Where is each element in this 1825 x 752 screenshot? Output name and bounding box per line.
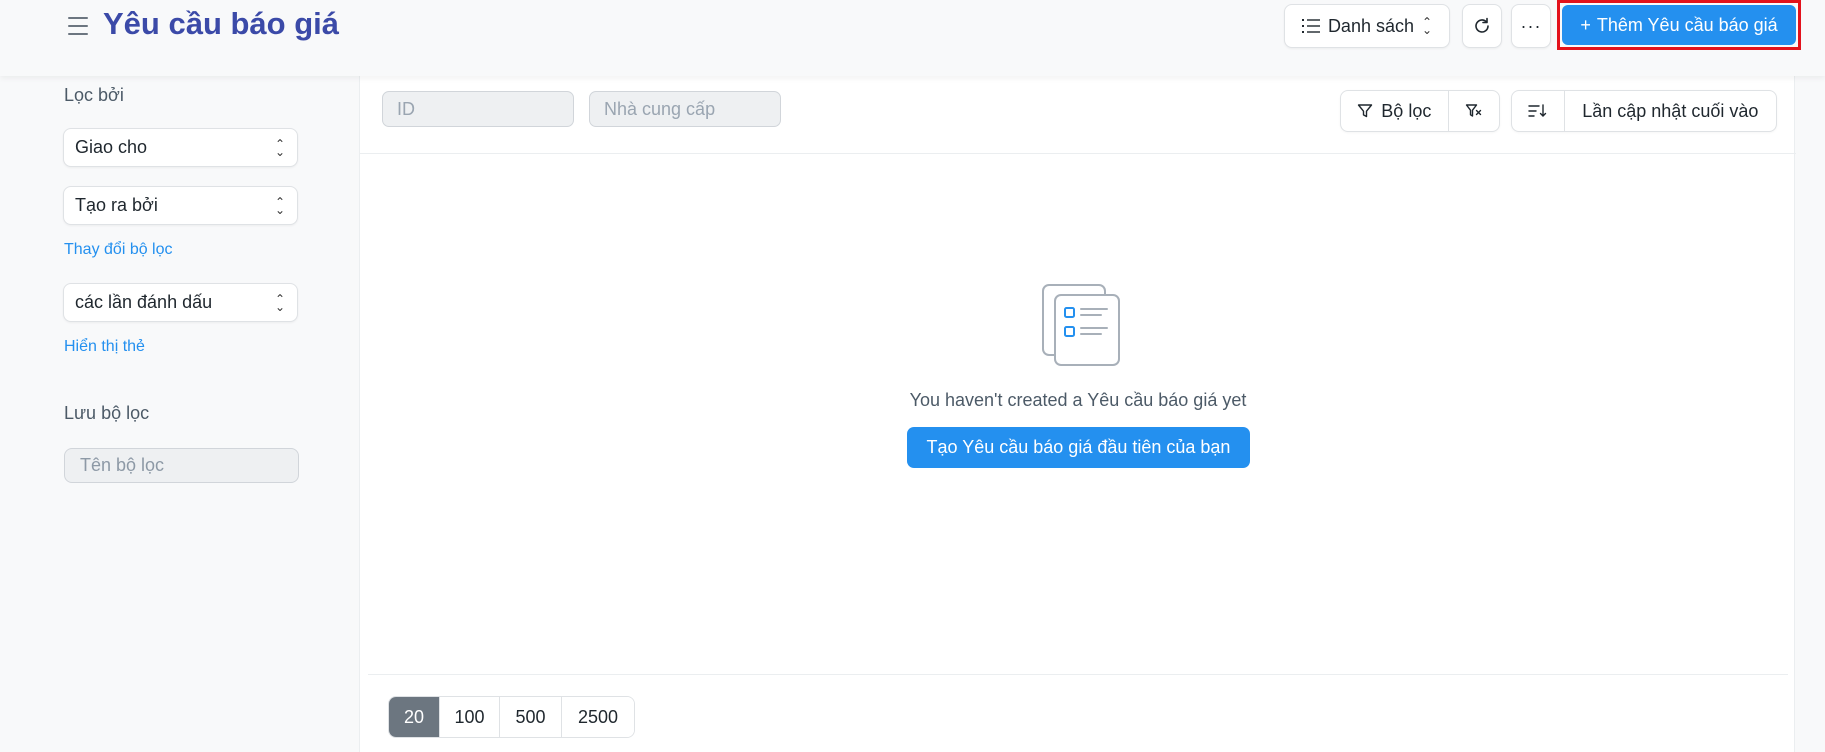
supplier-filter-input[interactable] [589, 91, 781, 127]
add-button-highlight: + Thêm Yêu cầu báo giá [1557, 0, 1801, 50]
create-first-button[interactable]: Tạo Yêu cầu báo giá đầu tiên của bạn [907, 427, 1250, 468]
edit-filters-link[interactable]: Thay đổi bộ lọc [64, 241, 173, 259]
list-panel: Bộ lọc Lần cập nhật cuối vào [359, 76, 1796, 752]
sort-by-button[interactable]: Lần cập nhật cuối vào [1563, 91, 1776, 131]
tags-select[interactable]: các lần đánh dấu ⌃ ⌄ [63, 283, 298, 322]
page-size-2500[interactable]: 2500 [561, 697, 634, 737]
more-actions-button[interactable]: ··· [1511, 4, 1551, 48]
filter-button[interactable]: Bộ lọc [1341, 91, 1448, 131]
chevron-updown-icon: ⌃ ⌄ [1422, 15, 1433, 37]
filter-name-input[interactable] [64, 448, 299, 483]
refresh-icon [1475, 17, 1489, 33]
divider [368, 674, 1788, 675]
list-icon [1301, 19, 1320, 33]
sort-icon [1528, 104, 1546, 117]
page-header: Yêu cầu báo giá Danh sách ⌃ ⌄ ··· + Thêm … [0, 0, 1825, 76]
assigned-to-select[interactable]: Giao cho ⌃ ⌄ [63, 128, 298, 167]
refresh-button[interactable] [1462, 4, 1502, 48]
page-size-20[interactable]: 20 [389, 697, 439, 737]
filter-button-label: Bộ lọc [1381, 100, 1432, 121]
clear-filters-button[interactable] [1447, 91, 1499, 131]
page-size-100[interactable]: 100 [439, 697, 499, 737]
add-request-for-quotation-button[interactable]: + Thêm Yêu cầu báo giá [1562, 5, 1796, 45]
created-by-label: Tạo ra bởi [75, 195, 158, 215]
tags-label: các lần đánh dấu [75, 292, 213, 312]
view-switcher-button[interactable]: Danh sách ⌃ ⌄ [1284, 4, 1450, 48]
filter-icon [1358, 104, 1373, 118]
sort-group: Lần cập nhật cuối vào [1511, 90, 1777, 132]
empty-state-message: You haven't created a Yêu cầu báo giá ye… [909, 390, 1247, 410]
more-icon: ··· [1520, 15, 1542, 36]
filter-group: Bộ lọc [1340, 90, 1500, 132]
filter-bar: Bộ lọc Lần cập nhật cuối vào [360, 76, 1796, 154]
chevron-updown-icon: ⌃ ⌄ [274, 194, 285, 217]
sort-by-label: Lần cập nhật cuối vào [1582, 100, 1759, 121]
filter-clear-icon [1465, 104, 1482, 117]
add-button-label: Thêm Yêu cầu báo giá [1596, 14, 1778, 35]
view-switcher-label: Danh sách [1327, 15, 1414, 36]
chevron-updown-icon: ⌃ ⌄ [274, 291, 285, 314]
page-size-500[interactable]: 500 [499, 697, 561, 737]
sort-order-button[interactable] [1512, 91, 1564, 131]
assigned-to-label: Giao cho [75, 137, 148, 157]
save-filter-label: Lưu bộ lọc [64, 403, 150, 423]
id-filter-input[interactable] [382, 91, 574, 127]
show-tags-link[interactable]: Hiển thị thẻ [64, 338, 145, 356]
created-by-select[interactable]: Tạo ra bởi ⌃ ⌄ [63, 186, 298, 225]
page-length-selector: 20 100 500 2500 [388, 696, 635, 738]
page-title: Yêu cầu báo giá [103, 6, 340, 41]
plus-icon: + [1580, 14, 1591, 35]
menu-icon[interactable] [66, 14, 90, 38]
empty-list-icon [1042, 284, 1120, 366]
chevron-updown-icon: ⌃ ⌄ [274, 136, 285, 159]
filter-by-label: Lọc bởi [64, 85, 124, 105]
